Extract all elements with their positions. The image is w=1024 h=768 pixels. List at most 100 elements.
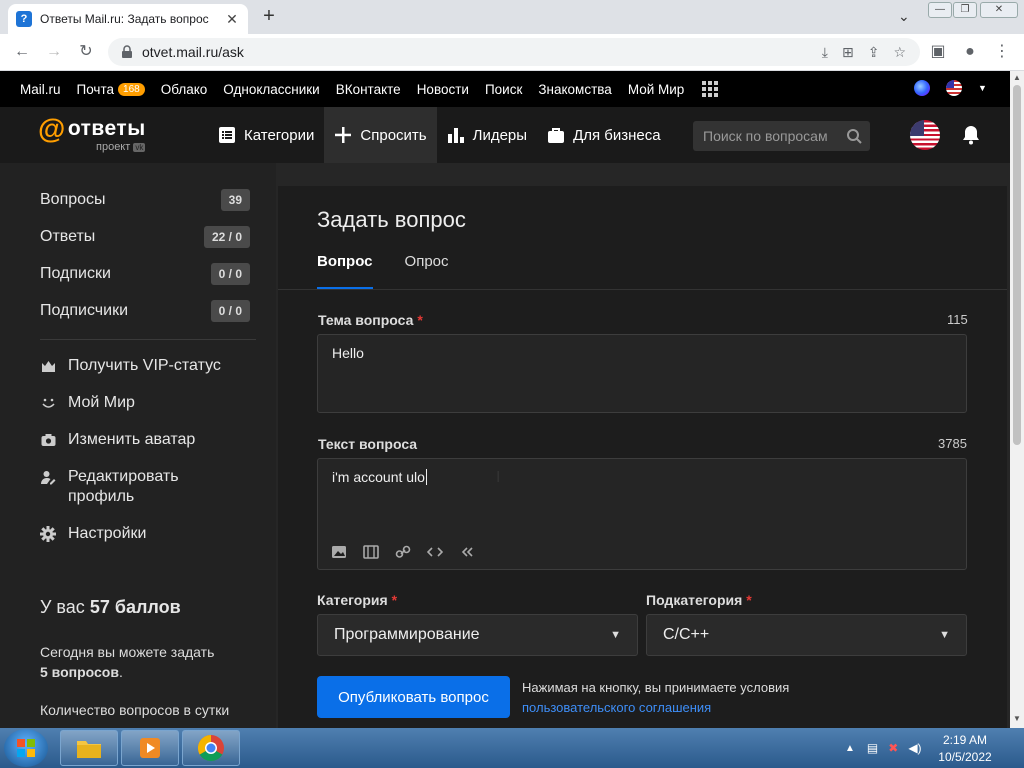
- sidebar-item-label: Вопросы: [40, 191, 106, 208]
- page-title: Задать вопрос: [317, 207, 466, 232]
- windows-taskbar: ▲ ▤ ✖ ◀) 2:19 AM 10/5/2022: [0, 728, 1024, 768]
- menu-kebab-icon[interactable]: ⋮: [990, 40, 1014, 64]
- taskbar-explorer[interactable]: [60, 730, 118, 766]
- page-scrollbar[interactable]: ▲ ▼: [1010, 71, 1024, 728]
- nav-leaders[interactable]: Лидеры: [437, 107, 537, 163]
- link-cloud[interactable]: Облако: [161, 82, 208, 97]
- insert-video-icon[interactable]: [363, 545, 379, 559]
- link-dating[interactable]: Знакомства: [538, 82, 611, 97]
- language-flag-icon[interactable]: [946, 80, 962, 96]
- tab-poll[interactable]: Опрос: [405, 253, 449, 289]
- plus-icon: [335, 127, 352, 143]
- sidebar-link-vip[interactable]: Получить VIP-статус: [40, 356, 221, 376]
- link-news[interactable]: Новости: [417, 82, 469, 97]
- search-input[interactable]: Поиск по вопросам: [693, 121, 870, 151]
- language-chevron-down-icon[interactable]: ▼: [978, 83, 987, 93]
- required-asterisk: *: [417, 312, 423, 328]
- site-header: @ ответы проект vk Категории Спросить Лид…: [0, 107, 1010, 163]
- questions-count-badge: 39: [220, 189, 250, 211]
- category-label: Категория *: [317, 592, 397, 608]
- ibeam-cursor-icon: I: [496, 469, 501, 486]
- all-projects-grid-icon[interactable]: [702, 81, 719, 97]
- maximize-button[interactable]: ❐: [953, 2, 977, 18]
- required-asterisk: *: [391, 592, 398, 608]
- insert-quote-icon[interactable]: [459, 545, 475, 559]
- back-button[interactable]: ←: [10, 40, 34, 64]
- otvety-logo[interactable]: @ ответы проект vk: [38, 113, 146, 153]
- forward-button[interactable]: →: [42, 40, 66, 64]
- action-center-flag-icon[interactable]: ✖: [888, 741, 898, 755]
- subcategory-label-text: Подкатегория: [646, 592, 743, 608]
- sidebar-item-subscribers[interactable]: Подписчики 0 / 0: [40, 299, 250, 323]
- sidebar-item-subscriptions[interactable]: Подписки 0 / 0: [40, 262, 250, 286]
- today-count: 5 вопросов: [40, 664, 119, 680]
- link-mailru[interactable]: Mail.ru: [20, 82, 61, 97]
- insert-link-icon[interactable]: [395, 545, 411, 559]
- chrome-icon: [197, 734, 224, 762]
- leaders-bars-icon: [447, 128, 464, 143]
- notifications-bell-icon[interactable]: [962, 125, 980, 145]
- reload-button[interactable]: ↻: [74, 40, 98, 64]
- subcategory-select[interactable]: C/C++ ▼: [646, 614, 967, 656]
- chevron-down-icon: ▼: [610, 629, 621, 641]
- tab-search-chevron-icon[interactable]: ⌄: [898, 8, 910, 25]
- browser-tab[interactable]: ? Ответы Mail.ru: Задать вопрос ✕: [8, 4, 248, 34]
- taskbar-chrome[interactable]: [182, 730, 240, 766]
- marusia-orb-icon[interactable]: [914, 80, 930, 96]
- nav-ask[interactable]: Спросить: [324, 107, 437, 163]
- sidebar-link-settings[interactable]: Настройки: [40, 524, 146, 544]
- bookmark-star-icon[interactable]: ☆: [893, 44, 906, 61]
- us-flag-language-icon[interactable]: [910, 120, 940, 150]
- taskbar-clock[interactable]: 2:19 AM 10/5/2022: [930, 732, 1000, 766]
- topic-label: Тема вопроса *: [318, 312, 423, 328]
- link-search[interactable]: Поиск: [485, 82, 522, 97]
- share-icon[interactable]: ⇪: [868, 44, 880, 61]
- profile-icon[interactable]: ●: [958, 40, 982, 64]
- subcategory-label: Подкатегория *: [646, 592, 752, 608]
- link-vk[interactable]: ВКонтакте: [336, 82, 401, 97]
- sidebar-item-answers[interactable]: Ответы 22 / 0: [40, 225, 250, 249]
- link-my-world[interactable]: Мой Мир: [628, 82, 685, 97]
- start-button[interactable]: [4, 729, 48, 767]
- windows-logo-icon: [17, 739, 35, 757]
- taskbar-media-player[interactable]: [121, 730, 179, 766]
- tab-question[interactable]: Вопрос: [317, 253, 373, 289]
- nav-categories[interactable]: Категории: [208, 107, 324, 163]
- close-window-button[interactable]: ✕: [980, 2, 1018, 18]
- sidebar-item-questions[interactable]: Вопросы 39: [40, 188, 250, 212]
- scroll-down-icon[interactable]: ▼: [1013, 714, 1021, 723]
- link-mail[interactable]: Почта 168: [77, 82, 145, 97]
- chevron-down-icon: ▼: [939, 629, 950, 641]
- sidebar-link-edit-profile[interactable]: Редактировать профиль: [40, 467, 260, 507]
- search-icon[interactable]: [846, 128, 862, 144]
- logo-at-icon: @: [38, 113, 66, 144]
- category-select[interactable]: Программирование ▼: [317, 614, 638, 656]
- link-ok[interactable]: Одноклассники: [223, 82, 319, 97]
- terms-link[interactable]: пользовательского соглашения: [522, 700, 711, 715]
- sidebar-link-label: Изменить аватар: [68, 431, 196, 448]
- topic-label-text: Тема вопроса: [318, 312, 414, 328]
- insert-code-icon[interactable]: [427, 545, 443, 559]
- address-bar[interactable]: otvet.mail.ru/ask ⤓ ⊞ ⇪ ☆: [108, 38, 920, 66]
- minimize-button[interactable]: —: [928, 2, 952, 18]
- sidepanel-icon[interactable]: ▣: [926, 40, 950, 64]
- subcategory-selected-value: C/C++: [663, 626, 710, 643]
- insert-image-icon[interactable]: [331, 545, 347, 559]
- new-tab-button[interactable]: +: [256, 5, 282, 29]
- install-icon[interactable]: ⤓: [822, 44, 828, 61]
- tab-close-icon[interactable]: ✕: [224, 11, 240, 27]
- volume-icon[interactable]: ◀): [908, 741, 921, 755]
- text-char-count: 3785: [938, 436, 967, 451]
- scrollbar-thumb[interactable]: [1013, 85, 1021, 445]
- network-icon[interactable]: ▤: [867, 741, 878, 755]
- sidebar-link-my-world[interactable]: Мой Мир: [40, 393, 135, 413]
- sidebar-link-avatar[interactable]: Изменить аватар: [40, 430, 195, 450]
- scroll-up-icon[interactable]: ▲: [1013, 73, 1021, 82]
- sidebar-link-label: Настройки: [68, 525, 147, 542]
- show-hidden-icons-icon[interactable]: ▲: [845, 743, 855, 754]
- translate-icon[interactable]: ⊞: [842, 44, 854, 61]
- sidebar-item-label: Подписки: [40, 265, 111, 282]
- nav-business[interactable]: Для бизнеса: [537, 107, 671, 163]
- topic-input[interactable]: Hello: [317, 334, 967, 413]
- publish-question-button[interactable]: Опубликовать вопрос: [317, 676, 510, 718]
